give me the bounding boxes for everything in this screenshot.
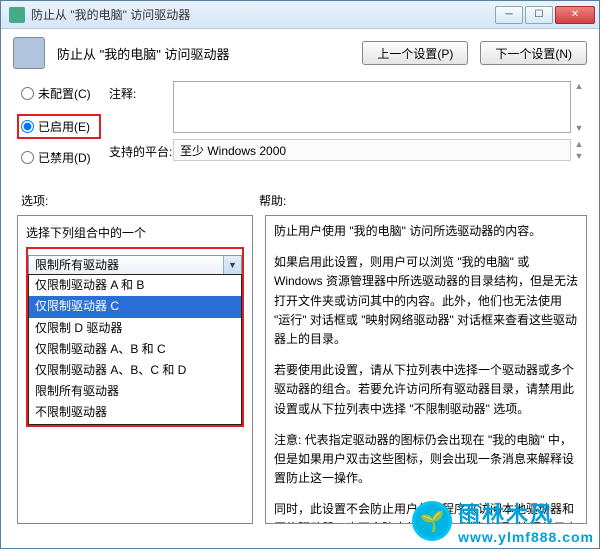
help-paragraph: 若要使用此设置，请从下拉列表中选择一个驱动器或多个驱动器的组合。若要允许访问所有… [274, 361, 578, 419]
list-item[interactable]: 不限制驱动器 [29, 402, 241, 423]
help-paragraph: 如果启用此设置，则用户可以浏览 "我的电脑" 或 Windows 资源管理器中所… [274, 253, 578, 349]
minimize-button[interactable]: ─ [495, 6, 523, 24]
next-setting-button[interactable]: 下一个设置(N) [480, 41, 587, 65]
page-title: 防止从 "我的电脑" 访问驱动器 [57, 44, 350, 63]
list-item[interactable]: 仅限制驱动器 A、B、C 和 D [29, 360, 241, 381]
radio-enabled-label: 已启用(E) [38, 118, 90, 135]
comment-scroll[interactable]: ▲▼ [571, 81, 587, 133]
close-button[interactable]: ✕ [555, 6, 595, 24]
list-item[interactable]: 仅限制 D 驱动器 [29, 318, 241, 339]
comment-textarea[interactable] [173, 81, 571, 133]
radio-enabled[interactable]: 已启用(E) [21, 118, 95, 135]
policy-icon [13, 37, 45, 69]
list-item[interactable]: 仅限制驱动器 A 和 B [29, 275, 241, 296]
help-paragraph: 同时，此设置不会防止用户使用程序来访问本地驱动器和网络驱动器，也不会防止他们使用… [274, 500, 578, 523]
drive-restriction-combo[interactable]: 限制所有驱动器 ▼ [28, 255, 242, 275]
radio-disabled-input[interactable] [21, 151, 34, 164]
platform-label: 支持的平台: [109, 139, 173, 161]
help-paragraph: 注意: 代表指定驱动器的图标仍会出现在 "我的电脑" 中，但是如果用户双击这些图… [274, 431, 578, 489]
options-section-label: 选项: [21, 192, 259, 209]
combo-dropdown-icon[interactable]: ▼ [223, 256, 241, 274]
window-title: 防止从 "我的电脑" 访问驱动器 [31, 6, 495, 23]
platform-scroll[interactable]: ▲▼ [571, 139, 587, 161]
help-panel: 防止用户使用 "我的电脑" 访问所选驱动器的内容。 如果启用此设置，则用户可以浏… [265, 215, 587, 524]
list-item[interactable]: 限制所有驱动器 [29, 381, 241, 402]
list-item[interactable]: 仅限制驱动器 A、B 和 C [29, 339, 241, 360]
supported-platform-box: 至少 Windows 2000 [173, 139, 571, 161]
list-item[interactable]: 仅限制驱动器 C [29, 296, 241, 317]
combo-selected-value: 限制所有驱动器 [29, 256, 223, 275]
titlebar: 防止从 "我的电脑" 访问驱动器 ─ ☐ ✕ [1, 1, 599, 29]
radio-disabled[interactable]: 已禁用(D) [21, 149, 101, 166]
comment-label: 注释: [109, 81, 173, 133]
radio-not-configured-label: 未配置(C) [38, 85, 91, 102]
options-prompt: 选择下列组合中的一个 [26, 224, 244, 243]
platform-value: 至少 Windows 2000 [180, 142, 286, 159]
drive-restriction-listbox[interactable]: 仅限制驱动器 A 和 B 仅限制驱动器 C 仅限制 D 驱动器 仅限制驱动器 A… [28, 274, 242, 424]
previous-setting-button[interactable]: 上一个设置(P) [362, 41, 468, 65]
maximize-button[interactable]: ☐ [525, 6, 553, 24]
app-small-icon [9, 7, 25, 23]
help-paragraph: 防止用户使用 "我的电脑" 访问所选驱动器的内容。 [274, 222, 578, 241]
radio-enabled-input[interactable] [21, 120, 34, 133]
radio-not-configured[interactable]: 未配置(C) [21, 85, 101, 102]
options-panel: 选择下列组合中的一个 限制所有驱动器 ▼ 仅限制驱动器 A 和 B 仅限制驱动器… [17, 215, 253, 524]
radio-disabled-label: 已禁用(D) [38, 149, 91, 166]
help-section-label: 帮助: [259, 192, 286, 209]
radio-not-configured-input[interactable] [21, 87, 34, 100]
